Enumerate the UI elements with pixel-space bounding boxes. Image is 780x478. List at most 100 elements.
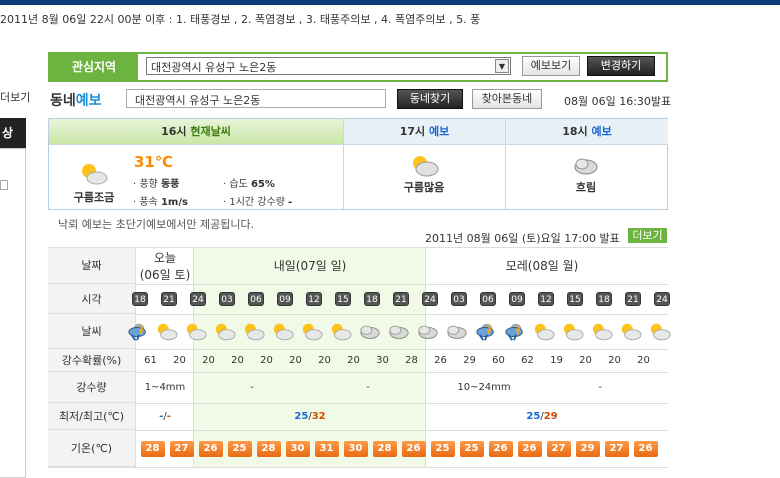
chevron-down-icon[interactable]: ▼ <box>495 59 509 73</box>
hour-badge: 06 <box>480 292 496 306</box>
minmax-cell: 25/32 <box>194 403 426 430</box>
weather-cell <box>559 314 588 349</box>
precip-amount-cell: - <box>598 382 602 393</box>
precip-prob-cell: 62 <box>521 355 534 366</box>
partly-cloudy-icon <box>592 323 613 340</box>
forecast-grid: 날짜 시각 날씨 강수확률(%) 강수량 최저/최고(℃) 기온(℃) 오늘 (06일 토) 내일… <box>48 247 671 468</box>
hour-cell: 18 <box>358 284 387 314</box>
temp-badge: 30 <box>343 440 368 457</box>
temp-cell: 30 <box>341 430 370 467</box>
temp-cell: 25 <box>428 430 457 467</box>
partly-cloudy-icon <box>186 323 207 340</box>
cloudy-icon <box>418 325 438 339</box>
hour-badge: 21 <box>393 292 409 306</box>
dong-title-a: 동네 <box>50 93 76 109</box>
view-forecast-button[interactable]: 예보보기 <box>522 56 580 76</box>
weather-cell <box>472 314 501 349</box>
weather-cell <box>530 314 559 349</box>
h16-time: 16시 <box>161 125 187 138</box>
cloudy-icon <box>360 325 380 339</box>
left-side-input[interactable] <box>0 180 8 190</box>
wind-direction: · 풍향 동풍 <box>133 179 180 190</box>
precip-amount-cell: 10~24mm <box>457 382 511 393</box>
temp-badge: 28 <box>256 440 281 457</box>
partly-cloudy-icon <box>215 323 236 340</box>
date-after: 모레(08일 월) <box>505 259 579 273</box>
row-divider <box>48 467 668 468</box>
hour-badge: 24 <box>190 292 206 306</box>
current-weather-col: 16시 현재날씨 구름조금 31℃ · 풍향 동풍 · 풍속 1m/s · 습도… <box>49 119 344 209</box>
temp-cell: 28 <box>138 430 167 467</box>
date-today-b: (06일 토) <box>139 267 191 282</box>
row-header-prob: 강수확률(%) <box>48 349 136 372</box>
hour-badge: 06 <box>248 292 264 306</box>
precip-amount-cell: - <box>250 382 254 393</box>
temp-badge: 26 <box>517 440 542 457</box>
left-more-link[interactable]: 더보기 <box>0 89 30 105</box>
max-temp: 29 <box>543 411 558 422</box>
min-temp: 25 <box>526 411 541 422</box>
hour-badge: 03 <box>219 292 235 306</box>
temp-badge: 27 <box>604 440 629 457</box>
history-dong-button[interactable]: 찾아본동네 <box>472 89 542 109</box>
row-header-amount: 강수량 <box>48 372 136 403</box>
hourly-rain-label: 1시간 강수량 <box>229 197 285 208</box>
temp-badge: 25 <box>227 440 252 457</box>
hour-cell: 09 <box>271 284 300 314</box>
forecast-17-header: 17시 예보 <box>344 119 505 145</box>
weather-cell <box>414 314 443 349</box>
weather-cell <box>153 314 182 349</box>
left-side-tab[interactable]: 상 <box>0 118 26 148</box>
hour-badge: 18 <box>364 292 380 306</box>
rain-thunder-icon <box>128 323 146 341</box>
temp-cell: 28 <box>254 430 283 467</box>
cloudy-icon <box>447 325 467 339</box>
temp-cell: 27 <box>167 430 196 467</box>
weather-cell <box>443 314 472 349</box>
h18-time: 18시 <box>562 125 588 138</box>
hour-badge: 24 <box>422 292 438 306</box>
change-region-button[interactable]: 변경하기 <box>587 56 655 76</box>
hour-cell: 21 <box>387 284 416 314</box>
current-weather-header: 16시 현재날씨 <box>49 119 343 145</box>
precip-prob-cell: 20 <box>289 355 302 366</box>
hour-badge: 18 <box>132 292 148 306</box>
date-today: 오늘 (06일 토) <box>136 247 194 284</box>
weather-cell <box>327 314 356 349</box>
weather-cell <box>501 314 530 349</box>
hour-cell: 21 <box>619 284 648 314</box>
temp-cell: 26 <box>399 430 428 467</box>
warning-ticker[interactable]: 2011년 8월 06일 22시 00분 이후 : 1. 태풍경보 , 2. 폭… <box>0 11 483 27</box>
date-tomorrow: 내일(07일 일) <box>273 259 347 273</box>
hour-badge: 03 <box>451 292 467 306</box>
dong-search-input[interactable]: 대전광역시 유성구 노은2동 <box>126 89 386 108</box>
dong-title-b: 예보 <box>75 93 102 109</box>
precip-prob-cell: 20 <box>347 355 360 366</box>
temp-badge: 26 <box>633 440 658 457</box>
hour-badge: 12 <box>538 292 554 306</box>
h17-tag: 예보 <box>429 125 450 138</box>
left-side-panel <box>0 148 26 478</box>
temp-badge: 28 <box>140 440 165 457</box>
weather-cell <box>124 314 153 349</box>
wind-speed-value: 1m/s <box>160 197 188 208</box>
temp-badge: 27 <box>546 440 571 457</box>
row-header-minmax: 최저/최고(℃) <box>48 403 136 430</box>
precip-prob-cell: 20 <box>579 355 592 366</box>
hour-cell: 03 <box>445 284 474 314</box>
temp-cell: 26 <box>196 430 225 467</box>
partly-cloudy-icon <box>157 323 178 340</box>
weather-cell <box>588 314 617 349</box>
dong-forecast-title: 동네예보 <box>50 90 102 110</box>
region-select[interactable]: 대전광역시 유성구 노은2동 ▼ <box>146 57 511 75</box>
hour-badge: 12 <box>306 292 322 306</box>
minmax-cell: - / - <box>136 403 194 430</box>
partly-cloudy-icon <box>331 323 352 340</box>
humidity: · 습도 65% <box>223 179 275 190</box>
rain-thunder-icon <box>476 323 494 341</box>
temp-cell: 27 <box>544 430 573 467</box>
precip-prob-cell: 20 <box>202 355 215 366</box>
partly-cloudy-icon <box>302 323 323 340</box>
more-button[interactable]: 더보기 <box>628 228 667 243</box>
find-dong-button[interactable]: 동네찾기 <box>397 89 463 109</box>
